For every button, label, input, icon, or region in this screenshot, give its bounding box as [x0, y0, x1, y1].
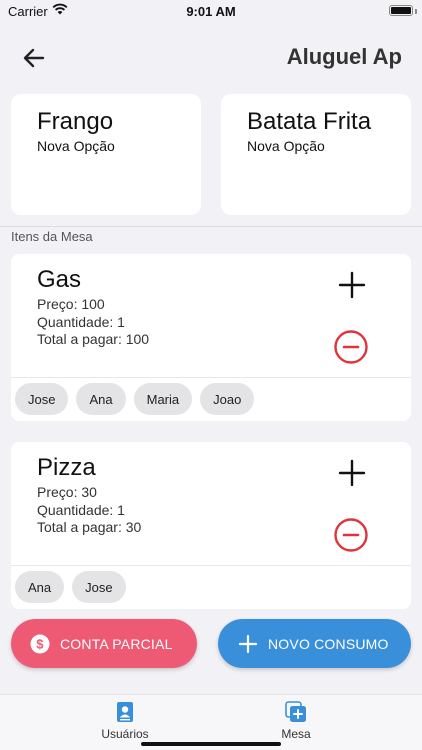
option-card-frango[interactable]: Frango Nova Opção — [11, 94, 201, 215]
item-separator — [11, 565, 411, 566]
person-chip[interactable]: Maria — [133, 383, 193, 415]
arrow-left-icon — [23, 48, 45, 68]
tab-mesa[interactable]: Mesa — [246, 701, 346, 741]
add-stack-icon — [285, 701, 307, 723]
minus-circle-icon — [334, 518, 368, 552]
item-quantity: Quantidade: 1 — [37, 502, 125, 518]
novo-consumo-button[interactable]: NOVO CONSUMO — [218, 619, 411, 668]
plus-icon — [338, 459, 366, 487]
option-card-batata-frita[interactable]: Batata Frita Nova Opção — [221, 94, 411, 215]
tab-usuarios[interactable]: Usuários — [75, 701, 175, 741]
minus-circle-icon — [334, 330, 368, 364]
decrease-quantity-button[interactable] — [334, 330, 368, 364]
option-subtitle: Nova Opção — [37, 138, 115, 154]
section-label: Itens da Mesa — [11, 229, 93, 244]
section-divider — [0, 226, 422, 227]
item-quantity: Quantidade: 1 — [37, 314, 125, 330]
person-chip[interactable]: Jose — [15, 383, 69, 415]
plus-icon — [238, 634, 258, 654]
item-card-gas: Gas Preço: 100 Quantidade: 1 Total a pag… — [11, 254, 411, 421]
novo-consumo-label: NOVO CONSUMO — [268, 635, 389, 652]
item-price: Preço: 30 — [37, 484, 97, 500]
clock: 9:01 AM — [186, 4, 236, 19]
decrease-quantity-button[interactable] — [334, 518, 368, 552]
item-card-pizza: Pizza Preço: 30 Quantidade: 1 Total a pa… — [11, 442, 411, 609]
home-indicator — [141, 742, 281, 746]
dollar-circle-icon: $ — [30, 634, 50, 654]
people-chips: Ana Jose — [15, 571, 126, 603]
page-title: Aluguel Ap — [286, 44, 402, 69]
person-chip[interactable]: Ana — [76, 383, 126, 415]
tab-label: Usuários — [101, 727, 149, 741]
conta-parcial-button[interactable]: $ CONTA PARCIAL — [11, 619, 197, 668]
person-chip[interactable]: Ana — [15, 571, 65, 603]
battery-tip — [415, 9, 417, 14]
tab-label: Mesa — [281, 727, 311, 741]
person-chip[interactable]: Joao — [200, 383, 255, 415]
increase-quantity-button[interactable] — [337, 458, 367, 488]
item-total: Total a pagar: 30 — [37, 519, 142, 535]
status-bar: Carrier 9:01 AM — [0, 0, 422, 24]
item-price: Preço: 100 — [37, 296, 105, 312]
option-title: Frango — [37, 108, 114, 135]
item-name: Pizza — [37, 454, 96, 481]
person-chip[interactable]: Jose — [72, 571, 126, 603]
svg-text:$: $ — [36, 636, 44, 651]
people-chips: Jose Ana Maria Joao — [15, 383, 255, 415]
option-subtitle: Nova Opção — [247, 138, 325, 154]
option-title: Batata Frita — [247, 108, 372, 135]
item-name: Gas — [37, 266, 82, 293]
plus-icon — [338, 271, 366, 299]
item-separator — [11, 377, 411, 378]
back-button[interactable] — [20, 44, 48, 72]
item-total: Total a pagar: 100 — [37, 331, 150, 347]
battery-icon — [389, 5, 413, 16]
contacts-icon — [114, 701, 136, 723]
conta-parcial-label: CONTA PARCIAL — [60, 635, 173, 652]
increase-quantity-button[interactable] — [337, 270, 367, 300]
tab-bar: Usuários Mesa — [0, 694, 422, 750]
